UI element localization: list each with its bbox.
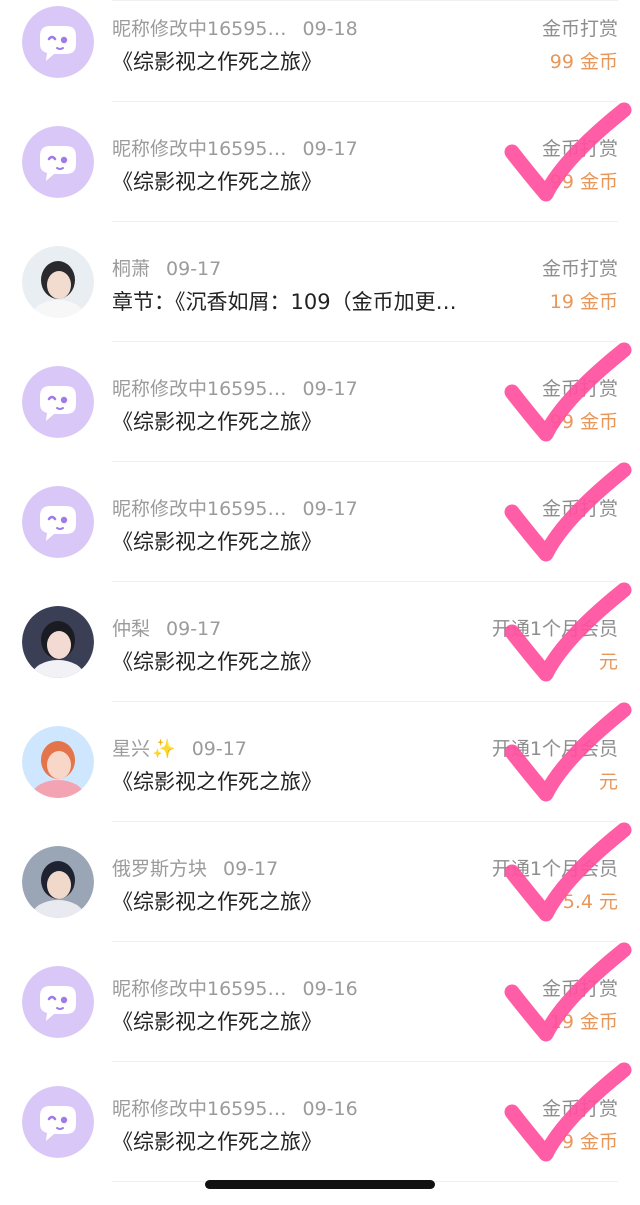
default-chat-avatar-image xyxy=(22,6,94,78)
reward-amount: 9 金币 xyxy=(561,1131,618,1153)
book-title: 《综影视之作死之旅》 xyxy=(112,770,322,794)
row-meta: 俄罗斯方块 09-17 xyxy=(112,854,278,881)
reward-amount: 99 金币 xyxy=(549,171,618,193)
reward-amount: 5.4 元 xyxy=(562,891,618,913)
reward-type: 开通1个月会员 xyxy=(491,738,618,760)
reward-row[interactable]: 昵称修改中16595… 09-18 《综影视之作死之旅》 金币打赏 99 金币 xyxy=(0,0,640,102)
user-name: 仲梨 xyxy=(112,618,151,640)
user-name: 昵称修改中16595… xyxy=(112,138,287,160)
avatar xyxy=(22,6,94,78)
reward-date: 09-16 xyxy=(302,1098,358,1120)
home-indicator xyxy=(205,1180,435,1189)
row-meta: 昵称修改中16595… 09-17 xyxy=(112,374,358,401)
user-name: 星兴 xyxy=(112,738,151,760)
photo-avatar-girl-image xyxy=(22,606,94,678)
book-title: 《综影视之作死之旅》 xyxy=(112,530,322,554)
row-meta: 桐萧 09-17 xyxy=(112,254,221,281)
sparkle-icon: ✨ xyxy=(152,738,176,760)
reward-row[interactable]: 俄罗斯方块 09-17 《综影视之作死之旅》 开通1个月会员 5.4 元 xyxy=(0,822,640,942)
default-chat-avatar-image xyxy=(22,366,94,438)
reward-date: 09-17 xyxy=(166,618,222,640)
reward-list: 昵称修改中16595… 09-18 《综影视之作死之旅》 金币打赏 99 金币 昵称修改… xyxy=(0,0,640,1182)
reward-date: 09-17 xyxy=(166,258,222,280)
reward-row[interactable]: 仲梨 09-17 《综影视之作死之旅》 开通1个月会员元 xyxy=(0,582,640,702)
user-name: 昵称修改中16595… xyxy=(112,378,287,400)
row-meta: 昵称修改中16595… 09-16 xyxy=(112,1094,358,1121)
reward-date: 09-17 xyxy=(223,858,279,880)
reward-type: 金币打赏 xyxy=(541,978,618,1000)
avatar xyxy=(22,126,94,198)
default-chat-avatar-image xyxy=(22,486,94,558)
reward-type: 开通1个月会员 xyxy=(491,858,618,880)
avatar xyxy=(22,486,94,558)
user-name: 昵称修改中16595… xyxy=(112,498,287,520)
reward-row[interactable]: 星兴 ✨ 09-17 《综影视之作死之旅》 开通1个月会员元 xyxy=(0,702,640,822)
avatar xyxy=(22,246,94,318)
book-title: 《综影视之作死之旅》 xyxy=(112,1130,322,1154)
avatar xyxy=(22,846,94,918)
row-meta: 昵称修改中16595… 09-18 xyxy=(112,14,358,41)
reward-row[interactable]: 昵称修改中16595… 09-17 《综影视之作死之旅》 金币打赏 99 金币 xyxy=(0,102,640,222)
reward-row[interactable]: 昵称修改中16595… 09-17 《综影视之作死之旅》 金币打赏 99 金币 xyxy=(0,342,640,462)
reward-row[interactable]: 昵称修改中16595… 09-16 《综影视之作死之旅》 金币打赏 19 金币 xyxy=(0,942,640,1062)
reward-amount: 元 xyxy=(598,651,618,673)
row-meta: 昵称修改中16595… 09-17 xyxy=(112,134,358,161)
reward-type: 金币打赏 xyxy=(541,258,618,280)
photo-avatar-boy-image xyxy=(22,846,94,918)
reward-type: 金币打赏 xyxy=(541,378,618,400)
reward-row[interactable]: 桐萧 09-17 章节：《沉香如屑：109（金币加更… 金币打赏 19 金币 xyxy=(0,222,640,342)
user-name: 昵称修改中16595… xyxy=(112,1098,287,1120)
book-title: 《综影视之作死之旅》 xyxy=(112,50,322,74)
reward-date: 09-17 xyxy=(302,498,358,520)
avatar xyxy=(22,1086,94,1158)
reward-date: 09-17 xyxy=(302,378,358,400)
default-chat-avatar-image xyxy=(22,966,94,1038)
book-title: 《综影视之作死之旅》 xyxy=(112,650,322,674)
reward-date: 09-17 xyxy=(302,138,358,160)
reward-amount: 19 金币 xyxy=(549,1011,618,1033)
avatar xyxy=(22,606,94,678)
row-meta: 仲梨 09-17 xyxy=(112,614,221,641)
reward-date: 09-17 xyxy=(191,738,247,760)
avatar xyxy=(22,366,94,438)
row-meta: 昵称修改中16595… 09-16 xyxy=(112,974,358,1001)
reward-amount: 19 金币 xyxy=(549,291,618,313)
book-title: 章节：《沉香如屑：109（金币加更… xyxy=(112,290,457,314)
row-meta: 昵称修改中16595… 09-17 xyxy=(112,494,358,521)
reward-row[interactable]: 昵称修改中16595… 09-17 《综影视之作死之旅》 金币打赏 xyxy=(0,462,640,582)
avatar xyxy=(22,966,94,1038)
reward-amount: 99 金币 xyxy=(549,51,618,73)
reward-date: 09-16 xyxy=(302,978,358,1000)
user-name: 俄罗斯方块 xyxy=(112,858,208,880)
reward-type: 金币打赏 xyxy=(541,18,618,40)
photo-avatar-man-image xyxy=(22,246,94,318)
reward-type: 金币打赏 xyxy=(541,138,618,160)
book-title: 《综影视之作死之旅》 xyxy=(112,890,322,914)
photo-avatar-woman-image xyxy=(22,726,94,798)
book-title: 《综影视之作死之旅》 xyxy=(112,170,322,194)
reward-date: 09-18 xyxy=(302,18,358,40)
user-name: 桐萧 xyxy=(112,258,151,280)
user-name: 昵称修改中16595… xyxy=(112,18,287,40)
reward-type: 金币打赏 xyxy=(541,1098,618,1120)
default-chat-avatar-image xyxy=(22,1086,94,1158)
reward-amount: 99 金币 xyxy=(549,411,618,433)
book-title: 《综影视之作死之旅》 xyxy=(112,1010,322,1034)
row-meta: 星兴 ✨ 09-17 xyxy=(112,734,247,761)
reward-type: 金币打赏 xyxy=(541,498,618,520)
avatar xyxy=(22,726,94,798)
reward-amount: 元 xyxy=(598,771,618,793)
reward-row[interactable]: 昵称修改中16595… 09-16 《综影视之作死之旅》 金币打赏 9 金币 xyxy=(0,1062,640,1182)
reward-type: 开通1个月会员 xyxy=(491,618,618,640)
book-title: 《综影视之作死之旅》 xyxy=(112,410,322,434)
default-chat-avatar-image xyxy=(22,126,94,198)
user-name: 昵称修改中16595… xyxy=(112,978,287,1000)
